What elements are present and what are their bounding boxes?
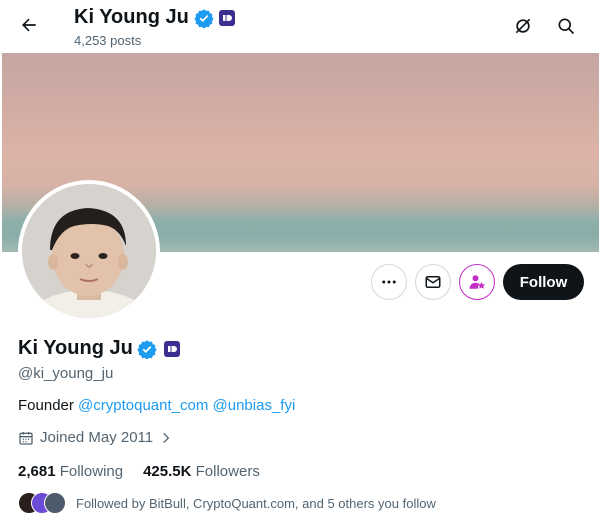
chevron-right-icon: [163, 432, 170, 443]
avatar-image: [22, 184, 156, 318]
profile-bio: Founder @cryptoquant_com @unbias_fyi: [18, 397, 295, 414]
subscribe-star-icon: [469, 275, 486, 289]
search-button[interactable]: [551, 11, 581, 41]
affiliate-badge-icon[interactable]: [163, 340, 180, 357]
calendar-icon: [19, 431, 33, 445]
affiliate-badge-icon: [218, 9, 235, 26]
subscribe-button[interactable]: [459, 264, 495, 300]
grok-icon: [515, 18, 531, 34]
joined-date[interactable]: Joined May 2011: [18, 429, 173, 446]
bio-link-unbias[interactable]: @unbias_fyi: [213, 397, 296, 414]
more-icon: [382, 280, 396, 284]
avatar: [44, 492, 66, 514]
arrow-left-icon: [22, 18, 36, 32]
following-count: 2,681: [18, 463, 56, 480]
posts-count: 4,253 posts: [74, 33, 142, 48]
back-button[interactable]: [12, 8, 46, 42]
message-button[interactable]: [415, 264, 451, 300]
top-bar: Ki Young Ju 4,253 posts: [0, 0, 601, 53]
grok-button[interactable]: [508, 11, 538, 41]
header-title: Ki Young Ju: [74, 6, 235, 29]
joined-text: Joined May 2011: [40, 429, 154, 446]
following-link[interactable]: 2,681 Following: [18, 463, 123, 480]
verified-badge-icon[interactable]: [137, 339, 157, 359]
envelope-icon: [425, 276, 441, 288]
profile-avatar[interactable]: [18, 180, 160, 322]
bio-text: Founder: [18, 397, 74, 414]
following-label: Following: [59, 463, 124, 480]
profile-name-row: Ki Young Ju: [18, 337, 180, 360]
search-icon: [558, 18, 575, 35]
bio-link-cryptoquant[interactable]: @cryptoquant_com: [78, 397, 208, 414]
follow-stats: 2,681 Following 425.5K Followers: [18, 463, 260, 480]
followers-count: 425.5K: [143, 463, 192, 480]
followed-by-text: Followed by BitBull, CryptoQuant.com, an…: [76, 495, 436, 511]
profile-name: Ki Young Ju: [18, 337, 133, 359]
followers-label: Followers: [195, 463, 260, 480]
follow-button[interactable]: Follow: [503, 264, 584, 300]
more-button[interactable]: [371, 264, 407, 300]
profile-handle: @ki_young_ju: [18, 365, 114, 382]
header-name: Ki Young Ju: [74, 6, 189, 28]
followed-by-avatars: [18, 492, 68, 514]
verified-badge-icon: [194, 8, 214, 28]
followers-link[interactable]: 425.5K Followers: [143, 463, 260, 480]
followed-by[interactable]: Followed by BitBull, CryptoQuant.com, an…: [18, 492, 436, 514]
